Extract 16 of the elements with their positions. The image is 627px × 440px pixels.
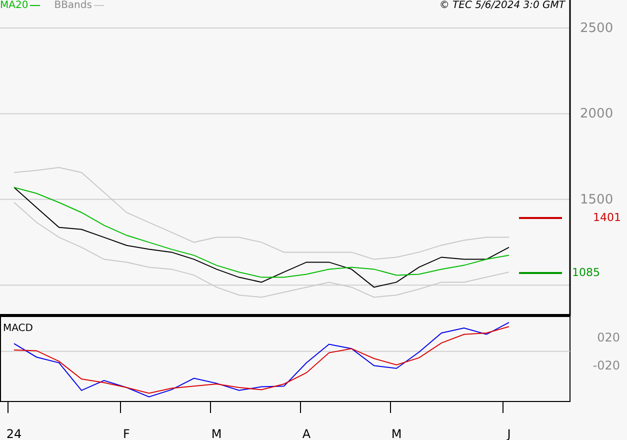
axis-tick-label: A	[302, 427, 311, 440]
axis-tick-label: 24	[6, 427, 22, 440]
axis-tick-label: M	[391, 427, 402, 440]
axis-tick-label: F	[123, 427, 130, 440]
copyright-text: © TEC 5/6/2024 3:0 GMT	[439, 0, 565, 11]
axis-tick-label: 2500	[580, 20, 614, 36]
axis-tick-label: M	[211, 427, 222, 440]
legend-label: MA20	[0, 0, 28, 11]
axis-tick-label: 020	[597, 330, 620, 344]
axis-tick-label: 1500	[580, 192, 614, 208]
level-label: 1401	[593, 211, 621, 224]
level-label: 1085	[572, 266, 600, 279]
chart-title: MACD	[3, 323, 33, 334]
axis-tick-label: 2000	[580, 106, 614, 122]
axis-tick-label: -020	[592, 358, 620, 373]
legend-label: BBands	[54, 0, 92, 11]
